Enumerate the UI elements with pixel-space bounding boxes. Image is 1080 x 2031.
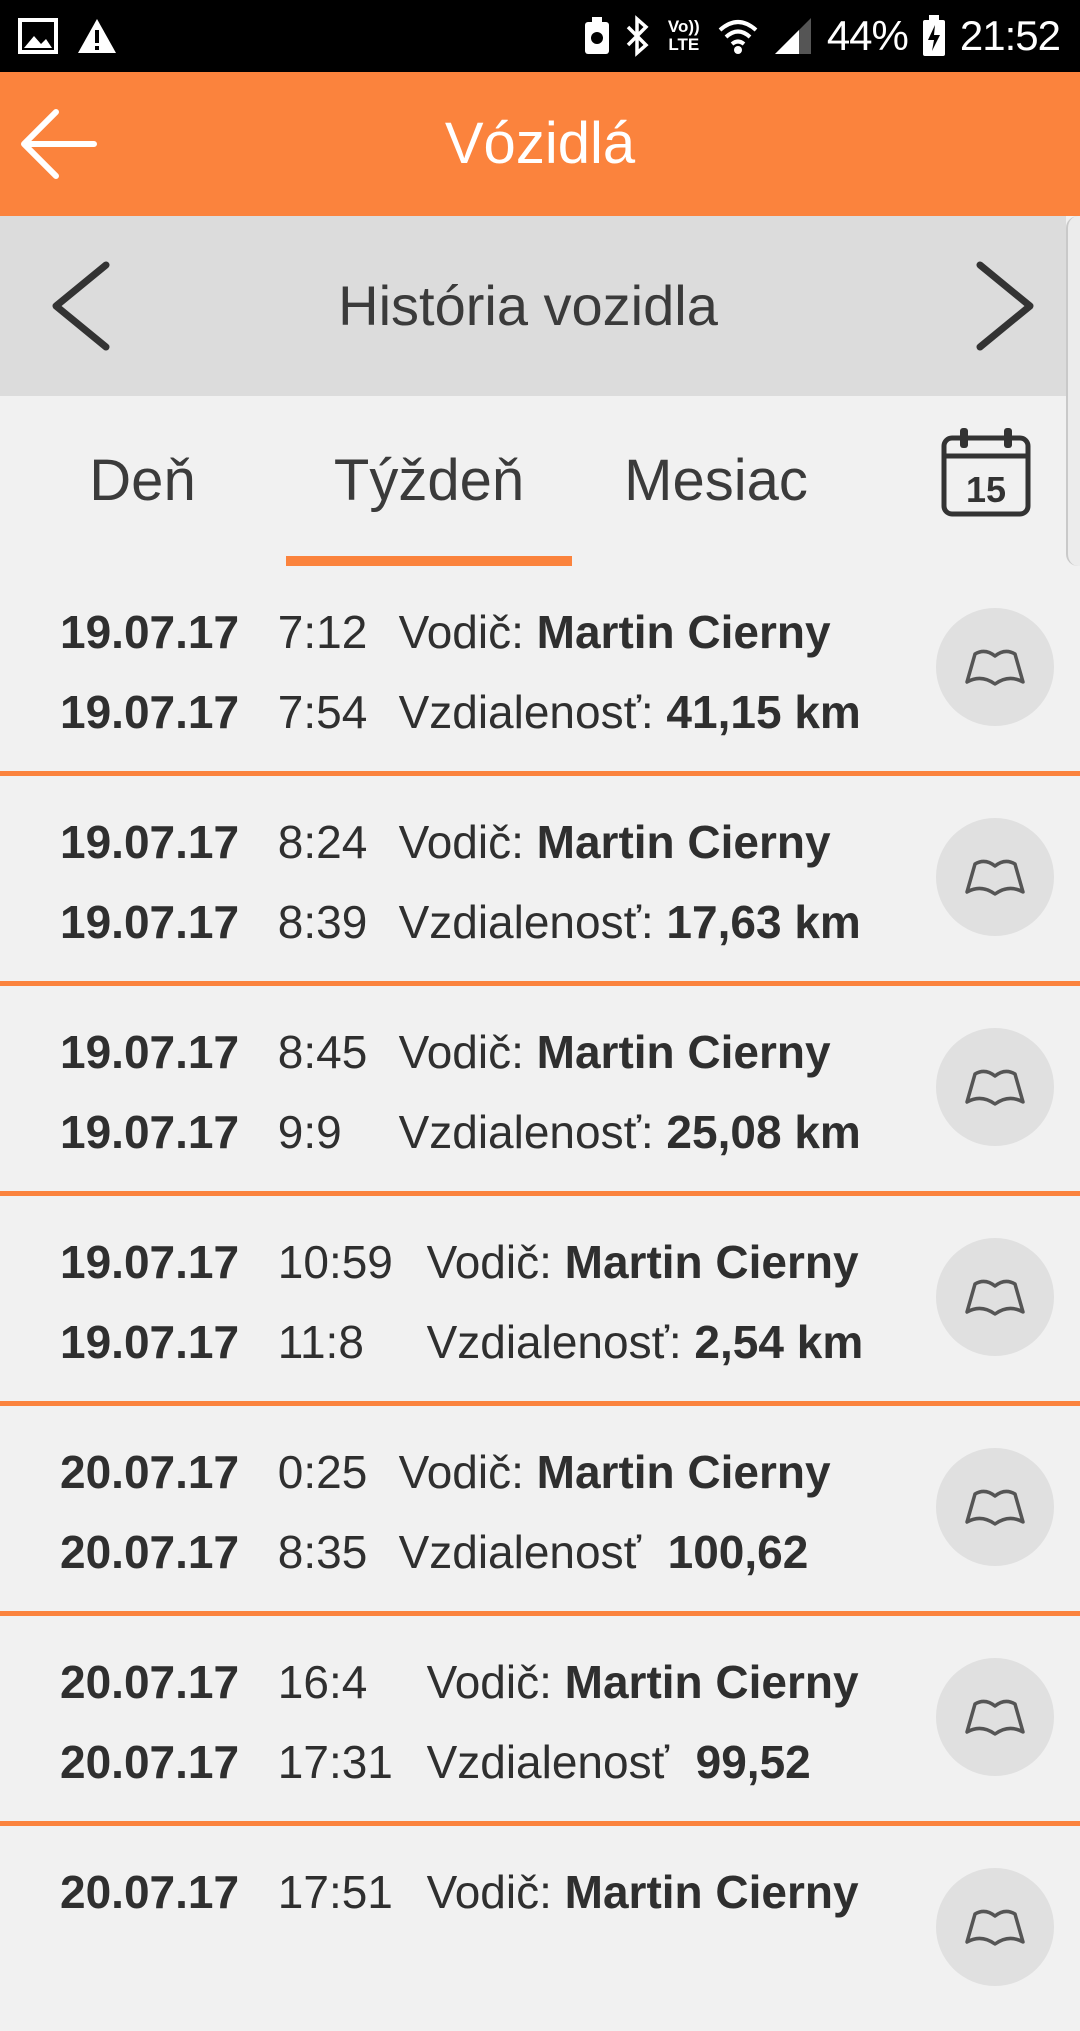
driver-label: Vodič:	[426, 1866, 552, 1918]
trip-row[interactable]: 20.07.17 0:25 Vodič: Martin Cierny 20.07…	[0, 1406, 1080, 1616]
image-icon	[18, 18, 58, 54]
battery-icon	[922, 15, 946, 57]
tab-month[interactable]: Mesiac	[600, 396, 832, 566]
distance-value: 2,54 km	[694, 1316, 864, 1368]
status-bar: Vo)) LTE 44% 21:52	[0, 0, 1080, 72]
distance-label: Vzdialenosť	[398, 1526, 641, 1578]
start-time: 0:25	[277, 1446, 368, 1498]
start-time: 8:45	[277, 1026, 368, 1078]
driver-name: Martin Cierny	[564, 1866, 859, 1918]
distance-value: 17,63 km	[666, 896, 861, 948]
trip-list: 19.07.17 7:12 Vodič: Martin Cierny 19.07…	[0, 566, 1080, 2031]
start-time: 8:24	[277, 816, 368, 868]
wifi-icon	[717, 16, 759, 56]
distance-label: Vzdialenosť:	[426, 1316, 682, 1368]
end-date: 20.07.17	[60, 1736, 240, 1788]
start-date: 20.07.17	[60, 1446, 240, 1498]
end-date: 20.07.17	[60, 1526, 240, 1578]
tab-day[interactable]: Deň	[40, 396, 245, 566]
map-button[interactable]	[936, 818, 1054, 936]
map-icon	[965, 1909, 1025, 1946]
end-time: 8:39	[277, 896, 368, 948]
driver-label: Vodič:	[398, 606, 524, 658]
map-icon	[965, 1489, 1025, 1526]
map-icon	[965, 859, 1025, 896]
start-time: 16:4	[277, 1656, 368, 1708]
end-date: 19.07.17	[60, 1316, 240, 1368]
active-tab-indicator	[286, 556, 572, 566]
end-time: 9:9	[277, 1106, 342, 1158]
end-time: 8:35	[277, 1526, 368, 1578]
map-button[interactable]	[936, 1448, 1054, 1566]
bluetooth-icon	[625, 15, 651, 57]
history-header: História vozidla	[0, 216, 1066, 396]
distance-label: Vzdialenosť	[426, 1736, 669, 1788]
driver-label: Vodič:	[398, 1026, 524, 1078]
driver-name: Martin Cierny	[536, 816, 831, 868]
battery-saver-icon	[583, 16, 611, 56]
signal-icon	[773, 16, 813, 56]
driver-label: Vodič:	[426, 1656, 552, 1708]
map-button[interactable]	[936, 1028, 1054, 1146]
clock: 21:52	[959, 12, 1061, 59]
trip-row[interactable]: 19.07.17 8:24 Vodič: Martin Cierny 19.07…	[0, 776, 1080, 986]
side-drawer-handle[interactable]	[1066, 216, 1080, 566]
start-time: 7:12	[277, 606, 368, 658]
map-button[interactable]	[936, 1868, 1054, 1986]
distance-value: 41,15 km	[666, 686, 861, 738]
map-button[interactable]	[936, 608, 1054, 726]
start-date: 20.07.17	[60, 1866, 240, 1918]
battery-percent: 44%	[826, 12, 909, 59]
end-date: 19.07.17	[60, 686, 240, 738]
map-icon	[965, 649, 1025, 686]
trip-row[interactable]: 20.07.17 17:51 Vodič: Martin Cierny	[0, 1826, 1080, 2031]
driver-name: Martin Cierny	[536, 1026, 831, 1078]
driver-label: Vodič:	[426, 1236, 552, 1288]
driver-name: Martin Cierny	[564, 1236, 859, 1288]
map-button[interactable]	[936, 1238, 1054, 1356]
driver-name: Martin Cierny	[564, 1656, 859, 1708]
calendar-icon[interactable]: 15	[940, 426, 1032, 518]
end-time: 17:31	[277, 1736, 393, 1788]
trip-row[interactable]: 20.07.17 16:4 Vodič: Martin Cierny 20.07…	[0, 1616, 1080, 1826]
chevron-right-icon[interactable]	[956, 261, 1046, 351]
trip-row[interactable]: 19.07.17 7:12 Vodič: Martin Cierny 19.07…	[0, 566, 1080, 776]
distance-label: Vzdialenosť:	[398, 1106, 654, 1158]
history-title: História vozidla	[338, 274, 718, 337]
start-date: 20.07.17	[60, 1656, 240, 1708]
trip-row[interactable]: 19.07.17 10:59 Vodič: Martin Cierny 19.0…	[0, 1196, 1080, 1406]
page-title: Vózidlá	[444, 111, 636, 176]
start-time: 10:59	[277, 1236, 393, 1288]
end-date: 19.07.17	[60, 896, 240, 948]
map-button[interactable]	[936, 1658, 1054, 1776]
distance-value: 25,08 km	[666, 1106, 861, 1158]
distance-value: 100,62	[667, 1526, 809, 1578]
warning-icon	[76, 17, 118, 55]
start-date: 19.07.17	[60, 1236, 240, 1288]
end-time: 7:54	[277, 686, 368, 738]
start-time: 17:51	[277, 1866, 393, 1918]
map-icon	[965, 1699, 1025, 1736]
calendar-day: 15	[966, 469, 1006, 510]
period-tabs: Deň Týždeň Mesiac 15	[0, 396, 1066, 566]
map-icon	[965, 1069, 1025, 1106]
end-time: 11:8	[277, 1316, 364, 1368]
start-date: 19.07.17	[60, 816, 240, 868]
driver-name: Martin Cierny	[536, 1446, 831, 1498]
end-date: 19.07.17	[60, 1106, 240, 1158]
volte-icon: Vo)) LTE	[667, 17, 700, 54]
app-bar: Vózidlá	[0, 72, 1080, 216]
tab-week[interactable]: Týždeň	[286, 396, 572, 566]
driver-label: Vodič:	[398, 816, 524, 868]
start-date: 19.07.17	[60, 1026, 240, 1078]
distance-label: Vzdialenosť:	[398, 896, 654, 948]
start-date: 19.07.17	[60, 606, 240, 658]
driver-name: Martin Cierny	[536, 606, 831, 658]
distance-label: Vzdialenosť:	[398, 686, 654, 738]
trip-row[interactable]: 19.07.17 8:45 Vodič: Martin Cierny 19.07…	[0, 986, 1080, 1196]
map-icon	[965, 1279, 1025, 1316]
distance-value: 99,52	[695, 1736, 811, 1788]
driver-label: Vodič:	[398, 1446, 524, 1498]
